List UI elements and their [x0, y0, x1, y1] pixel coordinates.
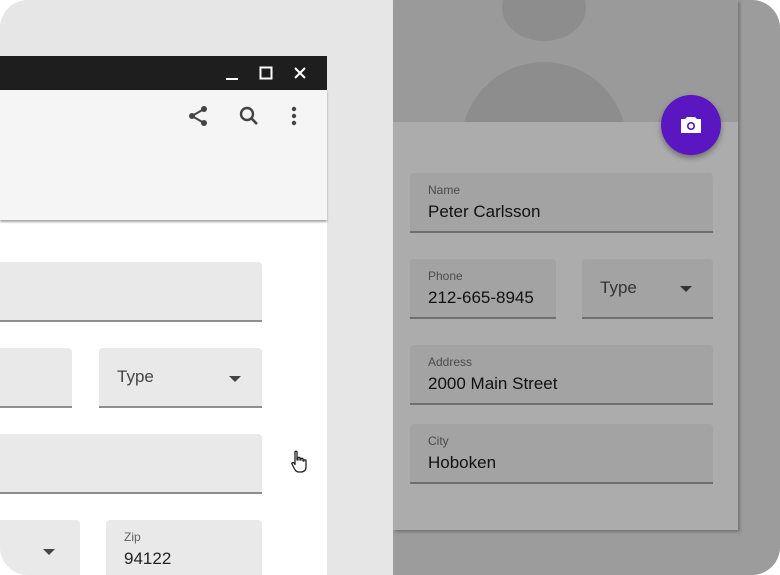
more-options-button[interactable] [280, 102, 308, 130]
phone-label: Phone [428, 269, 463, 283]
more-vert-icon [291, 106, 297, 126]
chevron-down-icon [680, 286, 692, 292]
chevron-down-icon [43, 549, 55, 555]
avatar-body-shape [461, 62, 627, 122]
share-icon [189, 106, 207, 126]
name-value: Peter Carlsson [428, 202, 541, 221]
phone-value: 212-665-8945 [428, 288, 534, 307]
left-form-field-phone[interactable] [0, 348, 72, 408]
contact-card: Name Peter Carlsson Phone 212-665-8945 T… [393, 0, 738, 530]
share-button[interactable] [184, 102, 212, 130]
avatar-head-shape [502, 0, 586, 41]
address-field[interactable]: Address 2000 Main Street [410, 345, 713, 405]
left-type-select-label: Type [117, 367, 154, 386]
name-label: Name [428, 183, 461, 197]
window-titlebar [0, 56, 327, 90]
city-label: City [428, 434, 449, 448]
search-icon [239, 106, 258, 125]
left-zip-field[interactable]: Zip 94122 [106, 520, 262, 575]
left-form-field-1[interactable] [0, 262, 262, 322]
camera-icon [681, 117, 701, 133]
app-window: Type Zip 94122 [0, 56, 327, 575]
name-field[interactable]: Name Peter Carlsson [410, 173, 713, 233]
maximize-button[interactable] [251, 56, 281, 90]
screen-frame: Type Zip 94122 Name Peter Carlsson Phone… [0, 0, 780, 575]
address-label: Address [428, 355, 473, 369]
zip-label: Zip [124, 530, 141, 544]
minimize-icon [226, 78, 238, 80]
search-button[interactable] [235, 102, 263, 130]
zip-value: 94122 [124, 549, 172, 568]
phone-type-label: Type [600, 278, 637, 297]
app-bar [0, 90, 327, 220]
address-value: 2000 Main Street [428, 374, 558, 393]
left-form-field-address[interactable] [0, 434, 262, 494]
camera-fab-button[interactable] [661, 95, 721, 155]
left-state-select[interactable] [0, 520, 80, 575]
phone-type-select[interactable]: Type [582, 259, 713, 319]
phone-field[interactable]: Phone 212-665-8945 [410, 259, 556, 319]
city-value: Hoboken [428, 453, 497, 472]
hand-pointer-icon [291, 450, 307, 473]
minimize-button[interactable] [217, 56, 247, 90]
close-button[interactable] [285, 56, 315, 90]
chevron-down-icon [229, 376, 241, 382]
maximize-icon [259, 66, 273, 80]
left-type-select[interactable]: Type [99, 348, 262, 408]
city-field[interactable]: City Hoboken [410, 424, 713, 484]
close-icon [294, 67, 306, 79]
